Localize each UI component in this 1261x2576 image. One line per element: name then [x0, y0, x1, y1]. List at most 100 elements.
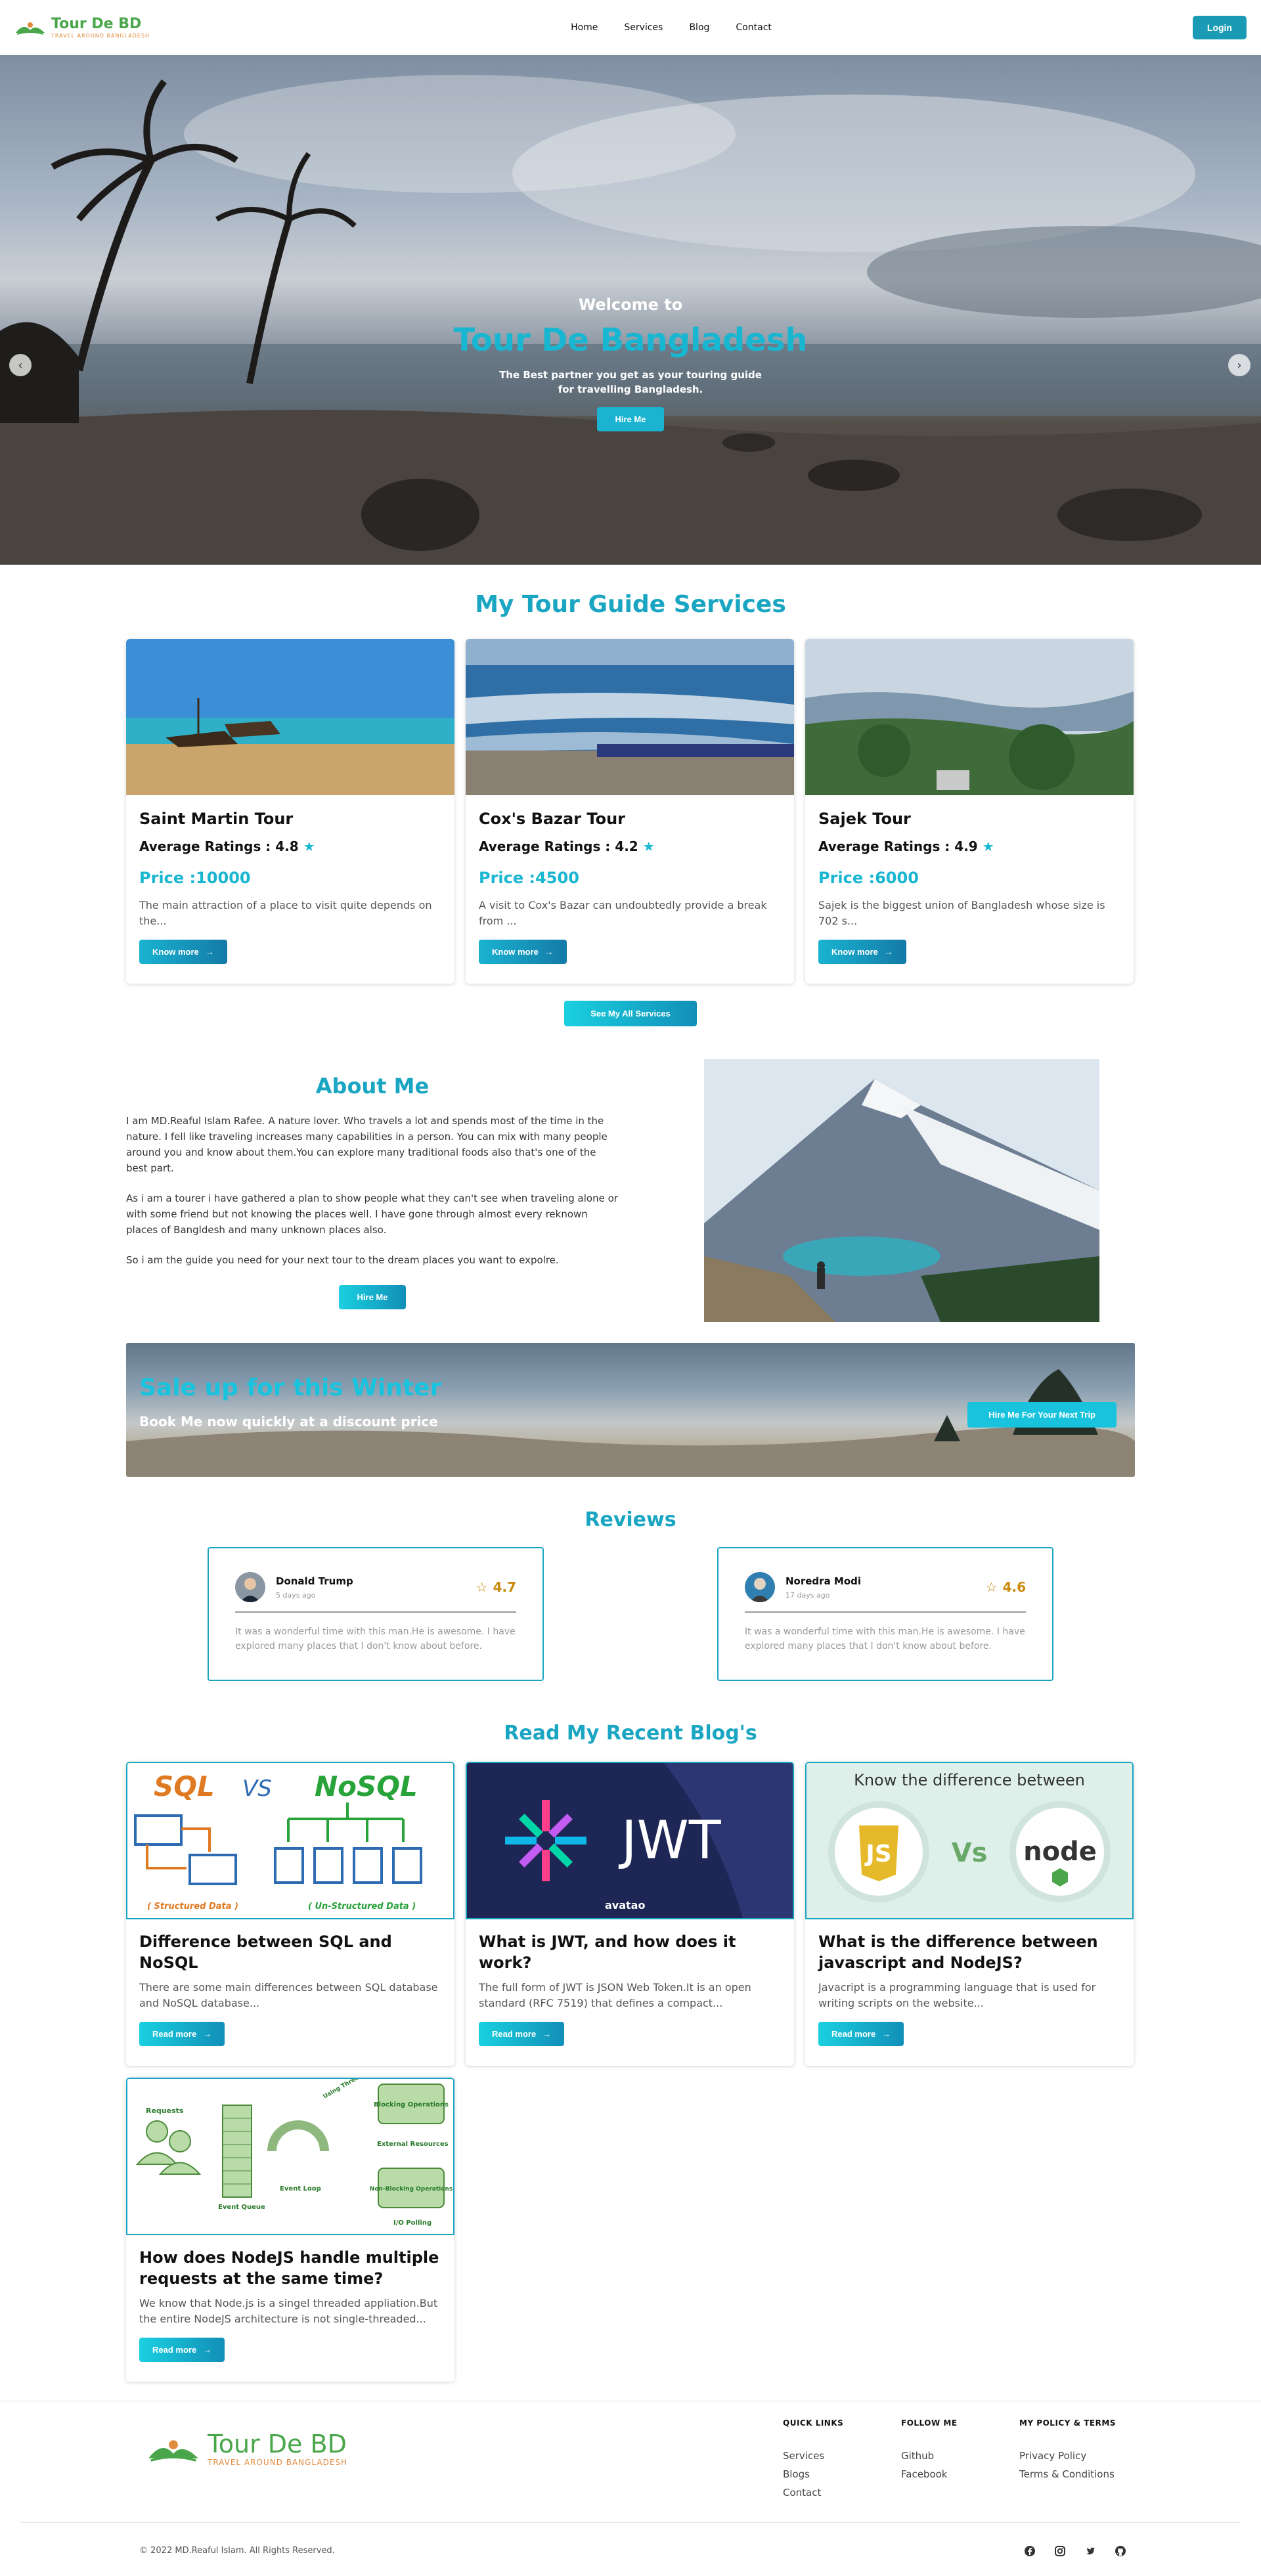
winter-sale-banner: Sale up for this Winter Book Me now quic… [126, 1343, 1135, 1477]
service-image [126, 639, 454, 795]
services-title: My Tour Guide Services [475, 591, 786, 618]
know-more-button[interactable]: Know more → [479, 940, 567, 964]
node-logo-text: node [1023, 1837, 1097, 1867]
login-button[interactable]: Login [1192, 16, 1247, 39]
footer-brand-tagline: TRAVEL AROUND BANGLADESH [208, 2458, 348, 2467]
vs-label: Vs [952, 1838, 988, 1868]
know-more-label: Know more [492, 947, 539, 957]
blocking-label: Blocking Operations [374, 2101, 449, 2108]
know-more-button[interactable]: Know more → [818, 940, 906, 964]
hero-welcome: Welcome to [578, 295, 683, 314]
hero-content: Welcome to Tour De Bangladesh The Best p… [0, 295, 1261, 431]
banner-hire-button[interactable]: Hire Me For Your Next Trip [967, 1402, 1117, 1428]
star-icon: ★ [303, 839, 315, 854]
blog-card: Know the difference between JS Vs node W… [805, 1762, 1134, 2066]
avatao-brand: avatao [605, 1899, 645, 1911]
read-more-button[interactable]: Read more → [479, 2022, 565, 2046]
nosql-label: NoSQL [315, 1770, 418, 1802]
brand-logo-link[interactable]: Tour De BD TRAVEL AROUND BANGLADESH [14, 15, 150, 39]
nav-link-services[interactable]: Services [624, 22, 663, 33]
footer-column-title: FOLLOW ME [901, 2418, 958, 2428]
rating-label: Average Ratings : [818, 839, 950, 854]
footer-link-blogs[interactable]: Blogs [783, 2468, 843, 2480]
price-value: 6000 [875, 869, 919, 887]
reviewer-name: Noredra Modi [785, 1575, 862, 1587]
vs-label: VS [242, 1776, 272, 1802]
nav-link-blog[interactable]: Blog [689, 22, 709, 33]
service-card: Sajek Tour Average Ratings : 4.9 ★ Price… [805, 639, 1134, 984]
navbar: Tour De BD TRAVEL AROUND BANGLADESH Home… [0, 0, 1261, 55]
hero-hire-me-button[interactable]: Hire Me [596, 407, 665, 431]
read-more-button[interactable]: Read more → [139, 2338, 225, 2362]
banner-subtitle: Book Me now quickly at a discount price [139, 1414, 438, 1430]
service-rating: Average Ratings : 4.9 ★ [818, 839, 1120, 854]
service-image [466, 639, 794, 795]
read-more-label: Read more [492, 2029, 537, 2039]
footer-divider [21, 2522, 1240, 2523]
price-label: Price : [139, 869, 196, 887]
know-more-button[interactable]: Know more → [139, 940, 227, 964]
service-name: Cox's Bazar Tour [479, 810, 626, 828]
brand-name: Tour De BD [51, 15, 142, 32]
arrow-right-icon: → [884, 947, 893, 957]
read-more-label: Read more [152, 2345, 197, 2355]
see-all-services-button[interactable]: See My All Services [564, 1001, 697, 1026]
nav-link-home[interactable]: Home [571, 22, 598, 33]
service-name: Saint Martin Tour [139, 810, 294, 828]
footer-quick-links: QUICK LINKS Services Blogs Contact [783, 2418, 843, 2499]
service-price: Price :10000 [139, 869, 441, 887]
facebook-icon[interactable] [1023, 2544, 1036, 2558]
about-section: About Me I am MD.Reaful Islam Rafee. A n… [126, 1059, 1135, 1322]
footer-link-services[interactable]: Services [783, 2450, 843, 2462]
footer-link-github[interactable]: Github [901, 2450, 958, 2462]
know-more-label: Know more [831, 947, 878, 957]
instagram-icon[interactable] [1053, 2544, 1067, 2558]
footer-link-privacy[interactable]: Privacy Policy [1019, 2450, 1116, 2462]
arrow-right-icon: → [542, 2029, 552, 2039]
hills-logo-icon [16, 22, 45, 35]
hero-subtitle: The Best partner you get as your touring… [0, 368, 1261, 397]
review-date: 17 days ago [785, 1590, 830, 1600]
review-date: 5 days ago [276, 1590, 316, 1600]
review-text: It was a wonderful time with this man.He… [745, 1626, 1025, 1651]
avatar [235, 1572, 265, 1602]
service-cards: Saint Martin Tour Average Ratings : 4.8 … [126, 639, 1135, 984]
compare-heading: Know the difference between [854, 1771, 1085, 1789]
read-more-button[interactable]: Read more → [818, 2022, 904, 2046]
footer-link-terms[interactable]: Terms & Conditions [1019, 2468, 1116, 2480]
about-title: About Me [315, 1074, 430, 1099]
about-hire-me-button[interactable]: Hire Me [338, 1285, 407, 1309]
star-icon: ★ [642, 839, 655, 854]
event-loop-label: Event Loop [280, 2185, 321, 2193]
service-image [805, 639, 1134, 795]
copyright: © 2022 MD.Reaful Islam. All Rights Reser… [139, 2546, 335, 2556]
requests-label: Requests [146, 2107, 184, 2115]
sql-label: SQL [154, 1770, 215, 1802]
review-score: ☆ 4.7 [476, 1579, 516, 1595]
blog-grid: SQL VS NoSQL ( Structured Data ) (Un-St… [126, 1762, 1135, 2382]
github-icon[interactable] [1114, 2544, 1127, 2558]
hero-title: Tour De Bangladesh [453, 322, 808, 359]
nav-link-contact[interactable]: Contact [736, 22, 771, 33]
avatar [745, 1572, 775, 1602]
footer-brand[interactable]: Tour De BD TRAVEL AROUND BANGLADESH [146, 2432, 347, 2467]
event-queue-label: Event Queue [218, 2204, 265, 2211]
footer-link-facebook[interactable]: Facebook [901, 2468, 958, 2480]
twitter-icon[interactable] [1084, 2544, 1097, 2558]
blog-description: Javacript is a programming language that… [818, 1981, 1096, 2009]
nav-links: Home Services Blog Contact [571, 22, 772, 33]
footer-link-contact[interactable]: Contact [783, 2487, 843, 2499]
about-paragraph-1: I am MD.Reaful Islam Rafee. A nature lov… [126, 1115, 608, 1174]
rating-value: 4.2 [615, 839, 638, 854]
external-resources-label: External Resources [377, 2141, 449, 2148]
blog-description: There are some main differences between … [139, 1981, 438, 2009]
page: Tour De BD TRAVEL AROUND BANGLADESH Home… [0, 0, 1261, 2576]
js-badge-label: JS [864, 1841, 891, 1867]
io-polling-label: I/O Polling [393, 2219, 431, 2227]
read-more-button[interactable]: Read more → [139, 2022, 225, 2046]
social-links [1023, 2544, 1127, 2558]
service-rating: Average Ratings : 4.2 ★ [479, 839, 781, 854]
know-more-label: Know more [152, 947, 199, 957]
star-outline-icon: ☆ [985, 1579, 998, 1595]
reviews-section: Reviews Donald Trump 5 days ago ☆ 4.7 It… [0, 1508, 1261, 1681]
